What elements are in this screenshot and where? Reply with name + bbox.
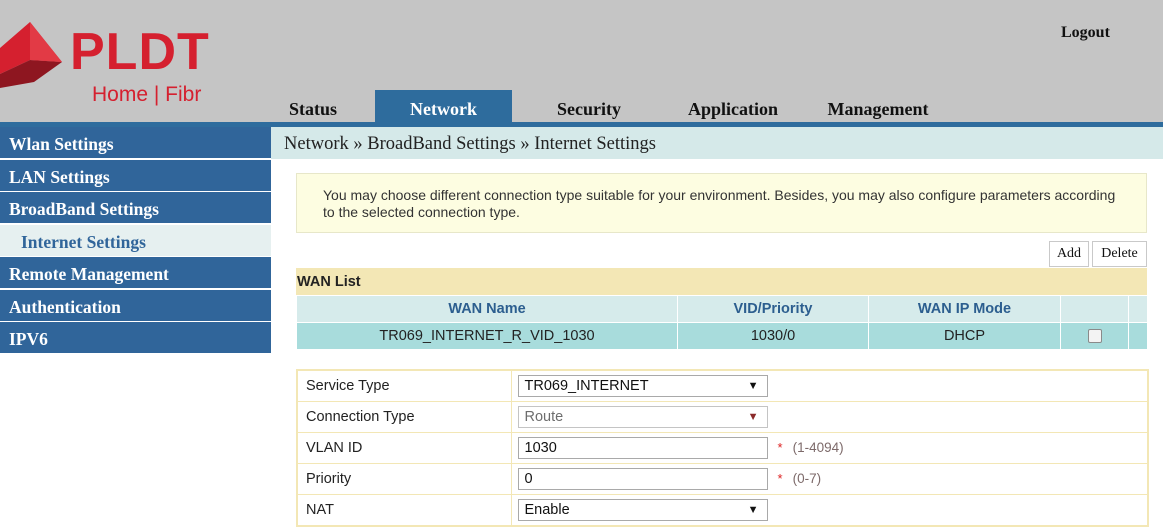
logo-wordmark: PLDT [70, 23, 210, 81]
breadcrumb: Network » BroadBand Settings » Internet … [271, 127, 1163, 159]
vid-priority-cell: 1030/0 [677, 322, 869, 350]
wan-list-title: WAN List [296, 268, 1147, 295]
dropdown-arrow-icon: ▼ [747, 411, 759, 423]
select-cell [1060, 322, 1129, 350]
connection-type-select[interactable]: Route ▼ [517, 406, 768, 428]
sidebar-item-broadband-settings[interactable]: BroadBand Settings [0, 192, 271, 223]
tab-network[interactable]: Network [375, 90, 512, 122]
sidebar: Wlan Settings LAN Settings BroadBand Set… [0, 127, 271, 355]
wan-name-cell: TR069_INTERNET_R_VID_1030 [296, 322, 678, 350]
form-row-vlan-id: VLAN ID 1030 * (1-4094) [296, 432, 1149, 464]
tab-security[interactable]: Security [522, 90, 656, 122]
service-type-value: TR069_INTERNET [524, 378, 649, 394]
sidebar-item-lan-settings[interactable]: LAN Settings [0, 159, 271, 191]
sidebar-item-ipv6[interactable]: IPV6 [0, 322, 271, 353]
column-header-spacer [1128, 295, 1148, 323]
column-header-vid-priority: VID/Priority [677, 295, 869, 323]
connection-type-value: Route [524, 409, 564, 425]
pldt-logo-icon [0, 22, 62, 88]
add-button[interactable]: Add [1049, 241, 1089, 267]
delete-button[interactable]: Delete [1092, 241, 1147, 267]
form-row-nat: NAT Enable ▼ [296, 494, 1149, 527]
sidebar-item-internet-settings[interactable]: Internet Settings [0, 224, 271, 256]
priority-input[interactable]: 0 [517, 468, 768, 490]
table-row[interactable]: TR069_INTERNET_R_VID_1030 1030/0 DHCP [296, 322, 1148, 350]
wan-ip-mode-cell: DHCP [868, 322, 1061, 350]
info-message: You may choose different connection type… [296, 173, 1147, 233]
service-type-select[interactable]: TR069_INTERNET ▼ [517, 375, 768, 397]
required-marker: * [777, 439, 783, 455]
row-select-checkbox[interactable] [1087, 329, 1102, 344]
wan-list-header-row: WAN Name VID/Priority WAN IP Mode [296, 295, 1148, 323]
column-header-select [1060, 295, 1129, 323]
header: PLDT Home | Fibr Logout Status Network S… [0, 0, 1163, 122]
column-header-wan-ip-mode: WAN IP Mode [868, 295, 1061, 323]
wan-list-table: WAN Name VID/Priority WAN IP Mode TR069_… [296, 295, 1148, 350]
form-row-service-type: Service Type TR069_INTERNET ▼ [296, 369, 1149, 402]
tab-management[interactable]: Management [812, 90, 944, 122]
spacer-cell [1128, 322, 1148, 350]
nat-value: Enable [524, 502, 570, 518]
dropdown-arrow-icon: ▼ [747, 504, 759, 516]
nat-select[interactable]: Enable ▼ [517, 499, 768, 521]
nat-label: NAT [296, 494, 512, 527]
sidebar-item-wlan-settings[interactable]: Wlan Settings [0, 127, 271, 158]
form-row-priority: Priority 0 * (0-7) [296, 463, 1149, 495]
sidebar-item-remote-management[interactable]: Remote Management [0, 257, 271, 288]
dropdown-arrow-icon: ▼ [747, 380, 759, 392]
tab-status[interactable]: Status [258, 90, 368, 122]
form-row-connection-type: Connection Type Route ▼ [296, 401, 1149, 433]
vlan-id-range-hint: (1-4094) [792, 439, 844, 455]
wan-config-form: Service Type TR069_INTERNET ▼ Connection… [296, 369, 1149, 527]
vlan-id-input[interactable]: 1030 [517, 437, 768, 459]
vlan-id-label: VLAN ID [296, 432, 512, 464]
priority-range-hint: (0-7) [792, 470, 822, 486]
service-type-label: Service Type [296, 369, 512, 402]
required-marker: * [777, 470, 783, 486]
sidebar-item-authentication[interactable]: Authentication [0, 289, 271, 321]
logout-link[interactable]: Logout [1061, 24, 1110, 42]
tab-application[interactable]: Application [668, 90, 798, 122]
top-nav: Status Network Security Application Mana… [0, 90, 1163, 122]
priority-label: Priority [296, 463, 512, 495]
connection-type-label: Connection Type [296, 401, 512, 433]
column-header-wan-name: WAN Name [296, 295, 678, 323]
